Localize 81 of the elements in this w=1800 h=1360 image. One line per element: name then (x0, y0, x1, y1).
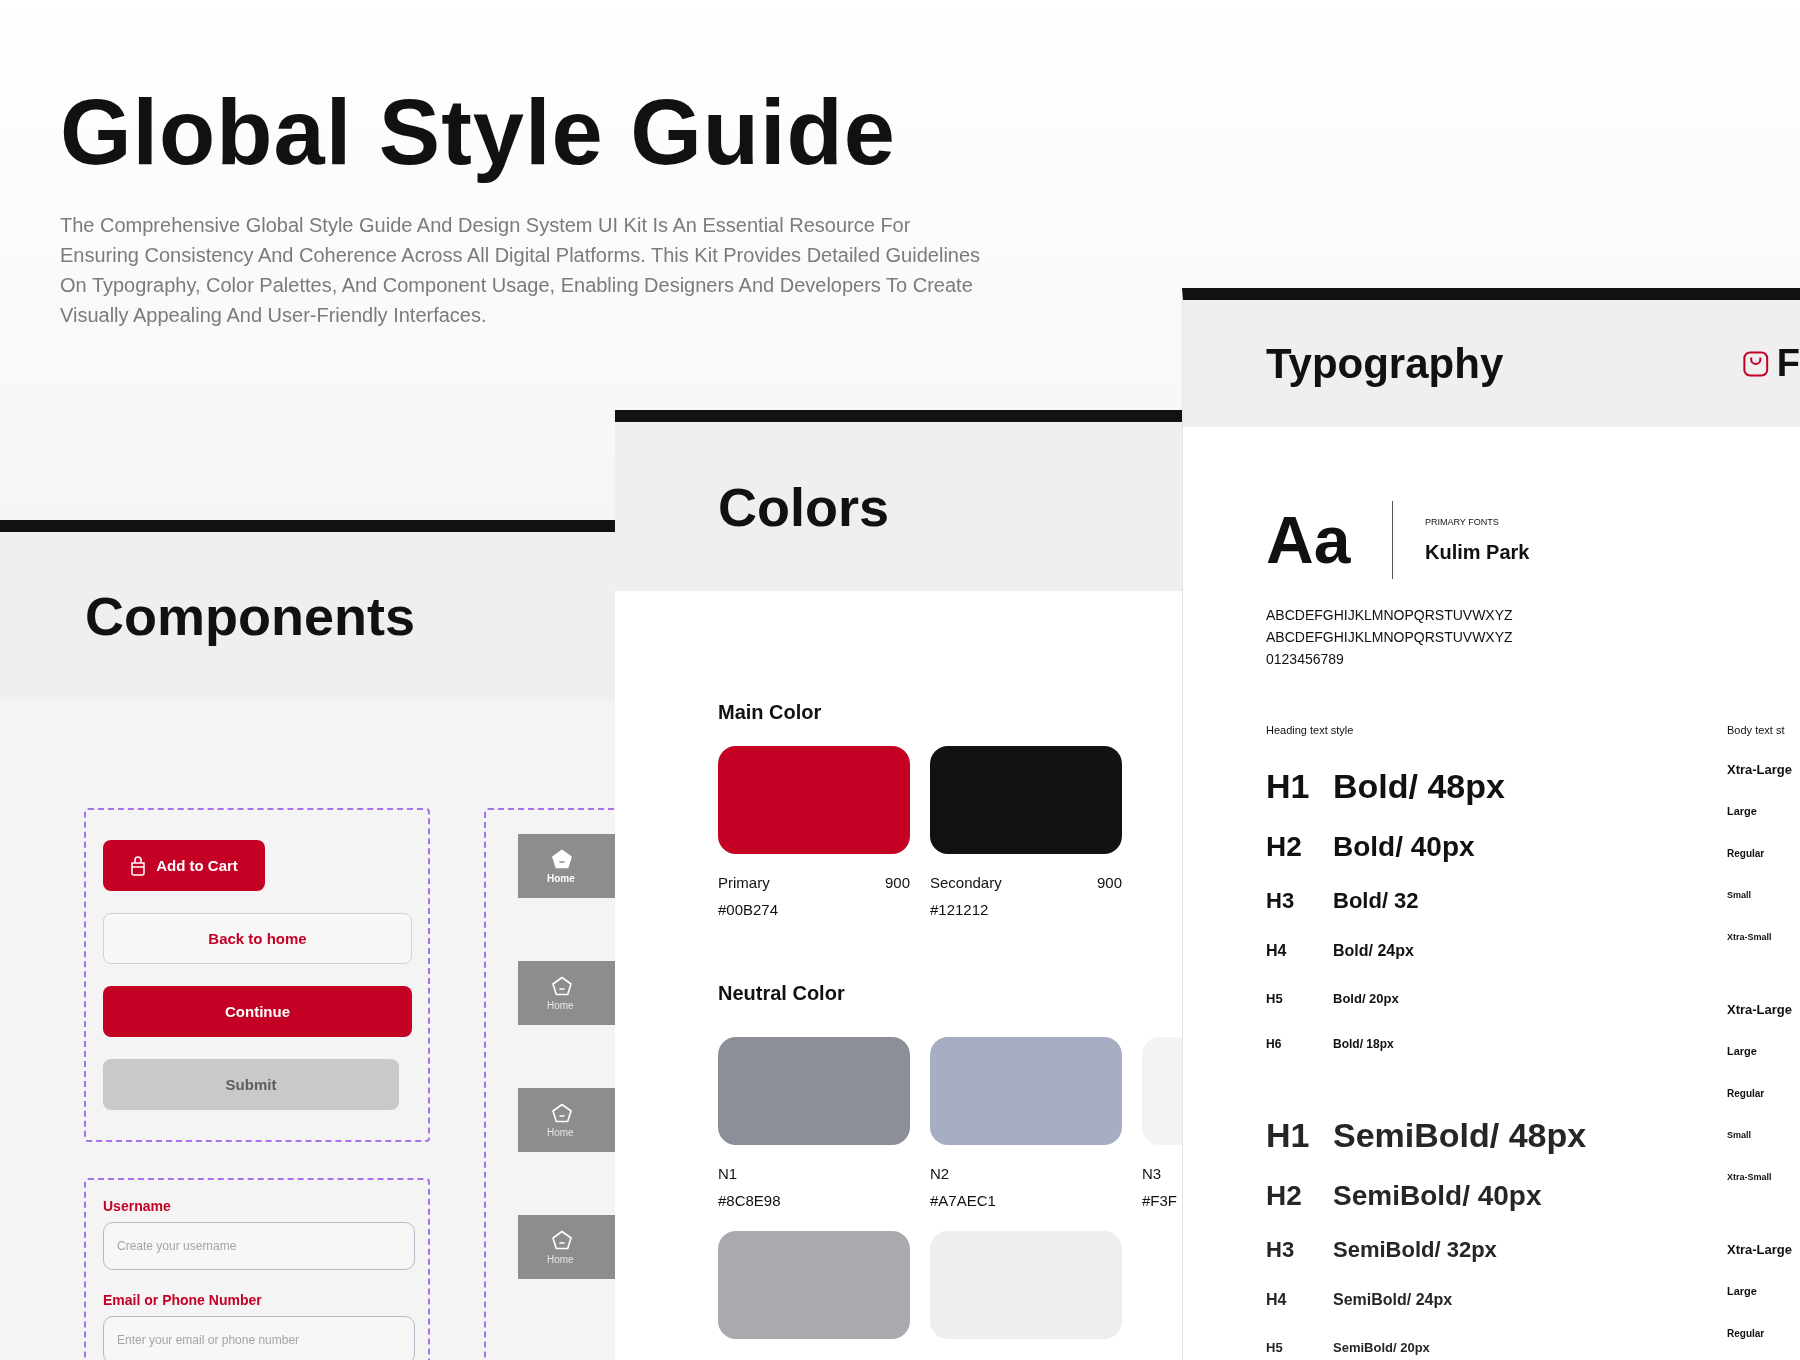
back-button[interactable]: Back to home (103, 913, 412, 964)
body-style: Xtra-Large (1727, 761, 1793, 777)
shopping-bag-icon (1743, 349, 1769, 378)
pentagon-icon (551, 1102, 573, 1123)
panel-title: Components (85, 585, 415, 647)
heading-level: H5 (1266, 1339, 1284, 1355)
heading-level: H4 (1266, 1291, 1288, 1309)
hex-code: #121212 (930, 901, 990, 918)
color-weight: 900 (1096, 874, 1122, 891)
nav-tile[interactable]: Home (518, 961, 615, 1025)
heading-level: H4 (1266, 942, 1288, 960)
body-style: Large (1727, 1285, 1757, 1297)
color-name: N2 (930, 1165, 950, 1182)
heading-level: H5 (1266, 990, 1284, 1006)
body-style: Small (1727, 890, 1751, 900)
character-set: ABCDEFGHIJKLMNOPQRSTUVWXYZ (1266, 606, 1514, 625)
body-style: Small (1727, 1130, 1751, 1140)
color-name: Primary (718, 874, 770, 891)
color-name: N1 (718, 1165, 738, 1182)
pentagon-icon (551, 1229, 573, 1250)
section-heading: Neutral Color (718, 982, 846, 1005)
character-set: ABCDEFGHIJKLMNOPQRSTUVWXYZ (1266, 628, 1514, 647)
section-heading: Main Color (718, 701, 823, 724)
body-style: Xtra-Large (1727, 1241, 1793, 1257)
body-style: Regular (1727, 1087, 1765, 1099)
body-style: Regular (1727, 1327, 1765, 1339)
field-label: Email or Phone Number (103, 1292, 263, 1308)
column-label: Body text st (1727, 724, 1786, 738)
heading-level: H1 (1266, 1115, 1311, 1155)
heading-style: Bold/ 24px (1333, 942, 1414, 960)
heading-style: Bold/ 40px (1333, 830, 1475, 863)
input-field[interactable]: Enter your email or phone number (103, 1316, 415, 1360)
heading-style: SemiBold/ 32px (1333, 1237, 1497, 1263)
nav-tile[interactable]: Home (518, 1088, 615, 1152)
heading-style: Bold/ 32 (1333, 888, 1419, 914)
heading-style: Bold/ 18px (1333, 1037, 1394, 1051)
page-title: Global Style Guide (60, 80, 897, 185)
font-name: Kulim Park (1425, 540, 1530, 564)
color-weight: 900 (884, 874, 910, 891)
heading-style: SemiBold/ 40px (1333, 1179, 1542, 1212)
font-sample: Aa (1266, 502, 1352, 578)
hex-code: #8C8E98 (718, 1192, 782, 1209)
hex-code: #A7AEC1 (930, 1192, 997, 1209)
pentagon-icon (551, 848, 573, 869)
heading-level: H1 (1266, 766, 1311, 806)
heading-level: H3 (1266, 888, 1296, 914)
heading-level: H2 (1266, 1179, 1303, 1212)
field-label: Username (103, 1198, 172, 1214)
heading-style: SemiBold/ 24px (1333, 1291, 1453, 1309)
body-style: Xtra-Small (1727, 1172, 1772, 1182)
heading-style: SemiBold/ 20px (1333, 1339, 1430, 1355)
body-style: Xtra-Large (1727, 1001, 1793, 1017)
panel-title: Typography (1266, 339, 1504, 388)
heading-level: H6 (1266, 1037, 1283, 1051)
submit-button[interactable]: Submit (103, 1059, 399, 1110)
color-name: N3 (1142, 1165, 1162, 1182)
heading-level: H2 (1266, 830, 1303, 863)
add-to-cart-button[interactable]: Add to Cart (103, 840, 265, 891)
input-field[interactable]: Create your username (103, 1222, 415, 1270)
hex-code: #00B274 (718, 901, 780, 918)
panel-title: Colors (718, 475, 890, 538)
brand-name: F (1776, 342, 1800, 385)
nav-tile[interactable]: Home (518, 834, 615, 898)
character-set: 0123456789 (1266, 650, 1345, 669)
description: The Comprehensive Global Style Guide And Design System UI Kit Is An Essential Resource For Ensuring Consistency And Coherence Across All Digital Platforms. This Kit Provides Detailed Guidelines On Typography, Color Palettes, And Component Usage, Enabling Designers And Developers To Create Visually Appealing And User-Friendly Interfaces. (60, 213, 982, 328)
nav-tile[interactable]: Home (518, 1215, 615, 1279)
body-style: Regular (1727, 847, 1765, 859)
body-style: Large (1727, 805, 1757, 817)
body-style: Xtra-Small (1727, 932, 1772, 942)
heading-style: SemiBold/ 48px (1333, 1115, 1587, 1155)
font-label: PRIMARY FONTS (1425, 516, 1500, 527)
pentagon-icon (551, 975, 573, 996)
continue-button[interactable]: Continue (103, 986, 412, 1037)
heading-style: Bold/ 20px (1333, 990, 1399, 1006)
heading-level: H3 (1266, 1237, 1296, 1263)
color-name: Secondary (930, 874, 1002, 891)
hex-code: #F3F (1142, 1192, 1178, 1209)
column-label: Heading text style (1266, 724, 1355, 738)
heading-style: Bold/ 48px (1333, 766, 1505, 806)
shopping-bag-icon (130, 855, 147, 876)
body-style: Large (1727, 1045, 1757, 1057)
